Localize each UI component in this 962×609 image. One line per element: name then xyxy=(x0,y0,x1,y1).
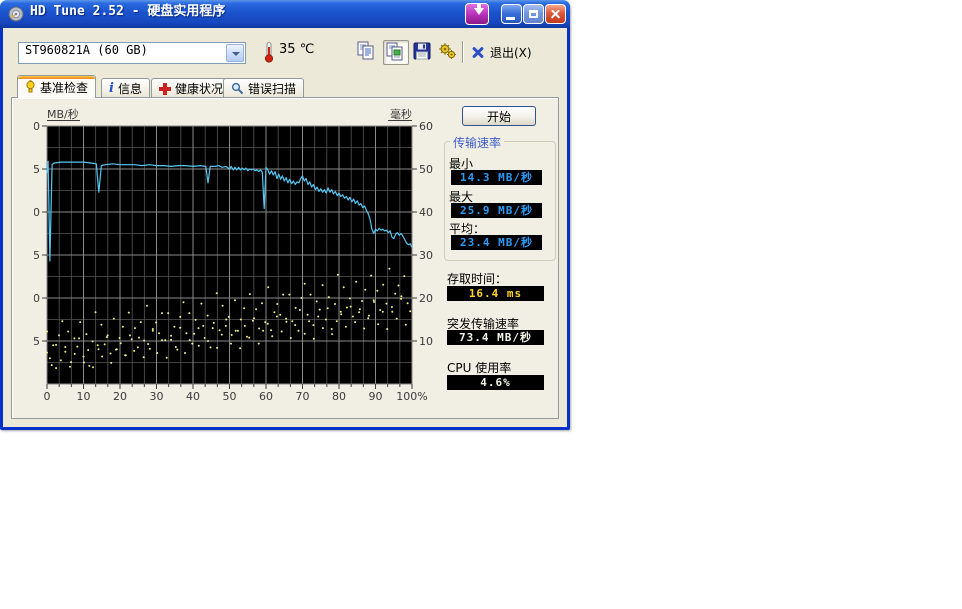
copy-button[interactable] xyxy=(355,40,381,65)
svg-text:90: 90 xyxy=(369,390,383,403)
save-icon xyxy=(411,40,433,62)
access-time-label: 存取时间： xyxy=(447,270,507,287)
hdtune-window: HD Tune 2.52 - 硬盘实用程序 ST960821A (60 GB) … xyxy=(0,0,570,430)
benchmark-page: 30 25 20 15 10 5 60 50 40 30 20 10 0 10 20 30 40 50 60 70 80… xyxy=(11,97,559,419)
start-button[interactable]: 开始 xyxy=(462,106,536,126)
svg-text:50: 50 xyxy=(223,390,237,403)
svg-text:100%: 100% xyxy=(396,390,427,403)
svg-text:10: 10 xyxy=(419,335,433,348)
tab-info-label: 信息 xyxy=(118,80,142,97)
svg-text:60: 60 xyxy=(419,120,433,133)
svg-text:60: 60 xyxy=(259,390,273,403)
thermometer-icon xyxy=(263,41,275,63)
svg-text:20: 20 xyxy=(419,292,433,305)
min-value-display: 14.3 MB/秒 xyxy=(451,170,542,185)
screenshot-icon xyxy=(384,41,406,63)
tab-error-scan-label: 错误扫描 xyxy=(248,80,296,97)
svg-text:10: 10 xyxy=(77,390,91,403)
svg-text:25: 25 xyxy=(34,163,40,176)
cpu-usage-label: CPU 使用率 xyxy=(447,359,511,376)
temperature-value: 35 ℃ xyxy=(279,42,314,57)
svg-text:70: 70 xyxy=(296,390,310,403)
exit-x-icon xyxy=(471,46,485,60)
maximize-icon xyxy=(529,10,538,18)
svg-text:MB/秒: MB/秒 xyxy=(47,107,79,121)
svg-text:80: 80 xyxy=(332,390,346,403)
tab-health[interactable]: 健康状况 xyxy=(151,78,231,98)
svg-text:5: 5 xyxy=(34,335,40,348)
svg-text:20: 20 xyxy=(113,390,127,403)
tab-info[interactable]: i 信息 xyxy=(101,78,150,98)
avg-value-display: 23.4 MB/秒 xyxy=(451,235,542,250)
download-arrow-button[interactable] xyxy=(465,3,489,25)
svg-text:20: 20 xyxy=(34,206,40,219)
chevron-down-icon[interactable] xyxy=(226,44,244,62)
health-cross-icon xyxy=(159,83,171,95)
max-value-display: 25.9 MB/秒 xyxy=(451,203,542,218)
active-tab-accent xyxy=(18,76,95,79)
maximize-button[interactable] xyxy=(523,4,544,24)
tab-error-scan[interactable]: 错误扫描 xyxy=(223,78,304,98)
svg-text:毫秒: 毫秒 xyxy=(390,107,412,121)
drive-select-value: ST960821A (60 GB) xyxy=(25,43,148,57)
copy-screenshot-button[interactable] xyxy=(383,40,409,65)
app-icon xyxy=(8,6,24,22)
access-time-display: 16.4 ms xyxy=(447,286,544,301)
svg-text:30: 30 xyxy=(419,249,433,262)
svg-text:15: 15 xyxy=(34,249,40,262)
benchmark-icon xyxy=(25,80,36,94)
svg-text:0: 0 xyxy=(44,390,51,403)
transfer-group-title: 传输速率 xyxy=(450,134,504,151)
toolbar-separator xyxy=(462,41,464,63)
minimize-button[interactable] xyxy=(501,4,522,24)
drive-select[interactable]: ST960821A (60 GB) xyxy=(18,42,246,64)
burst-rate-display: 73.4 MB/秒 xyxy=(447,330,544,345)
minimize-icon xyxy=(506,17,515,20)
exit-button[interactable]: 退出(X) xyxy=(471,40,555,65)
svg-text:30: 30 xyxy=(34,120,40,133)
tab-benchmark[interactable]: 基准检查 xyxy=(17,75,96,98)
cpu-usage-display: 4.6% xyxy=(447,375,544,390)
save-button[interactable] xyxy=(411,40,437,65)
tab-health-label: 健康状况 xyxy=(175,80,223,97)
tab-benchmark-label: 基准检查 xyxy=(40,79,88,96)
svg-text:40: 40 xyxy=(186,390,200,403)
close-button[interactable] xyxy=(545,4,566,24)
copy-icon xyxy=(355,40,377,62)
info-icon: i xyxy=(109,81,114,96)
options-button[interactable] xyxy=(437,40,463,65)
benchmark-chart: 30 25 20 15 10 5 60 50 40 30 20 10 0 10 20 30 40 50 60 70 80… xyxy=(34,103,434,403)
down-arrow-icon xyxy=(474,8,484,15)
titlebar[interactable]: HD Tune 2.52 - 硬盘实用程序 xyxy=(0,0,570,28)
svg-text:10: 10 xyxy=(34,292,40,305)
exit-label: 退出(X) xyxy=(490,44,532,61)
svg-text:30: 30 xyxy=(150,390,164,403)
gear-icon xyxy=(437,40,459,62)
window-title: HD Tune 2.52 - 硬盘实用程序 xyxy=(30,0,225,28)
svg-text:40: 40 xyxy=(419,206,433,219)
magnifier-icon xyxy=(231,82,244,95)
client-area: ST960821A (60 GB) 35 ℃ xyxy=(3,28,567,427)
svg-text:50: 50 xyxy=(419,163,433,176)
